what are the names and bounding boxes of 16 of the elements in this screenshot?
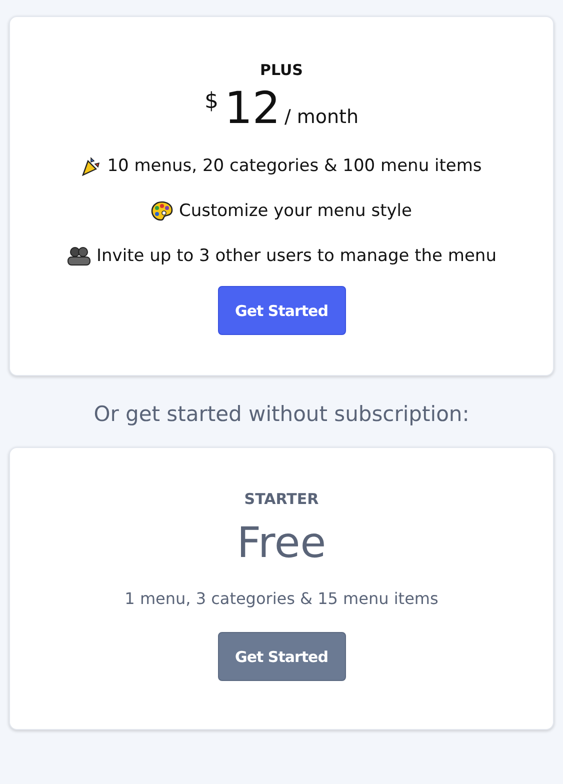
party-popper-icon [81, 156, 102, 176]
feature-text: Customize your menu style [178, 201, 412, 221]
palette-icon [150, 201, 173, 221]
section-heading: Or get started without subscription: [92, 402, 470, 426]
currency-symbol: $ [204, 89, 218, 114]
feature-text: 10 menus, 20 categories & 100 menu items [107, 156, 482, 176]
plan-name: PLUS [260, 61, 303, 79]
plan-price: 12 [224, 83, 280, 134]
price-period: / month [284, 106, 359, 128]
plan-name: STARTER [244, 490, 319, 508]
plan-price: Free [236, 518, 326, 567]
get-started-button[interactable]: Get Started [218, 286, 346, 335]
get-started-button[interactable]: Get Started [218, 632, 346, 681]
feature-text: 1 menu, 3 categories & 15 menu items [124, 589, 438, 608]
people-icon [66, 246, 91, 266]
feature-text: Invite up to 3 other users to manage the menu [96, 246, 496, 266]
